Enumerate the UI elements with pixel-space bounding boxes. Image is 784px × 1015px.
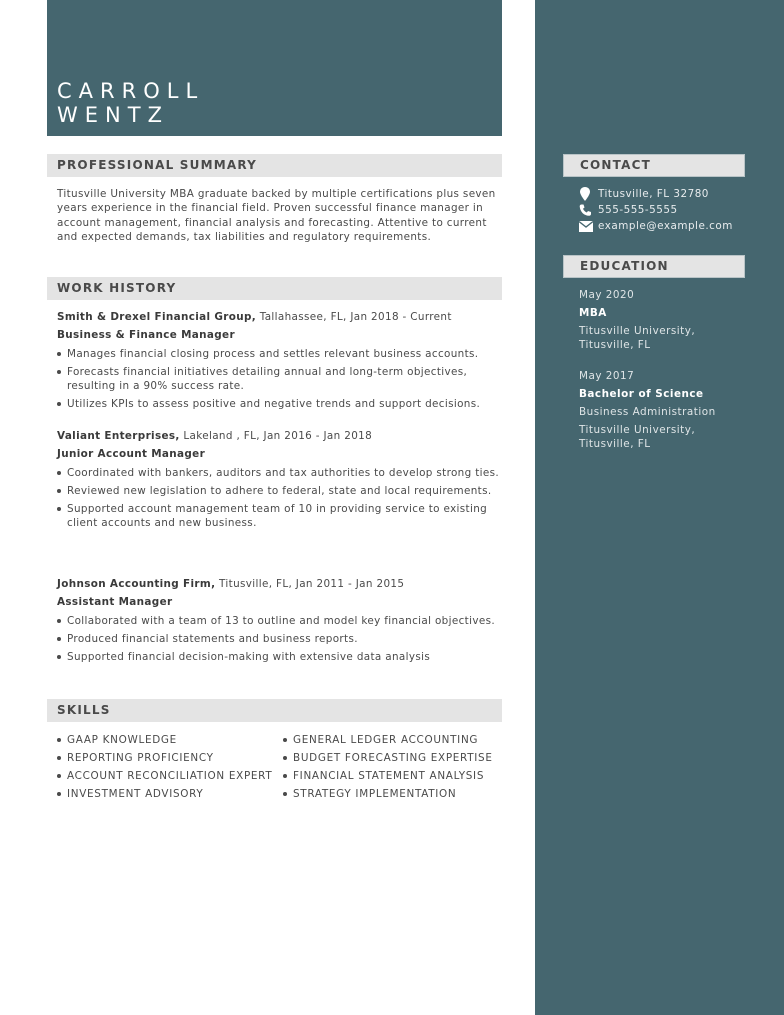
- skill-item: REPORTING PROFICIENCY: [57, 749, 283, 767]
- job-bullet: Utilizes KPIs to assess positive and neg…: [57, 397, 502, 411]
- company-name: Johnson Accounting Firm,: [57, 578, 216, 590]
- job-details: Tallahassee, FL, Jan 2018 - Current: [256, 311, 452, 323]
- job-bullet: Manages financial closing process and se…: [57, 347, 502, 361]
- job-bullets: Coordinated with bankers, auditors and t…: [57, 466, 502, 530]
- summary-heading: PROFESSIONAL SUMMARY: [47, 154, 502, 177]
- email-text[interactable]: example@example.com: [598, 220, 733, 232]
- education-field: Business Administration: [579, 406, 716, 418]
- education-date: May 2017: [579, 370, 635, 382]
- location-pin-icon: [579, 187, 598, 201]
- skills-heading: SKILLS: [47, 699, 502, 722]
- job-entry: Johnson Accounting Firm, Titusville, FL,…: [57, 575, 502, 667]
- job-details: Lakeland , FL, Jan 2016 - Jan 2018: [179, 430, 373, 442]
- job-entry: Smith & Drexel Financial Group, Tallahas…: [57, 308, 502, 415]
- last-name: WENTZ: [57, 103, 169, 127]
- summary-text: Titusville University MBA graduate backe…: [57, 188, 496, 243]
- job-bullet: Reviewed new legislation to adhere to fe…: [57, 484, 502, 498]
- education-heading: EDUCATION: [563, 255, 745, 278]
- education-date: May 2020: [579, 289, 635, 301]
- education-degree: MBA: [579, 307, 607, 319]
- skill-item: ACCOUNT RECONCILIATION EXPERT: [57, 767, 283, 785]
- envelope-icon: [579, 219, 598, 233]
- candidate-name: CARROLL WENTZ: [57, 79, 204, 127]
- skills-list: GAAP KNOWLEDGE REPORTING PROFICIENCY ACC…: [57, 731, 502, 803]
- contact-email: example@example.com: [579, 218, 749, 234]
- contact-heading: CONTACT: [563, 154, 745, 177]
- skills-column-left: GAAP KNOWLEDGE REPORTING PROFICIENCY ACC…: [57, 731, 283, 803]
- contact-phone: 555-555-5555: [579, 202, 749, 218]
- education-entry: May 2020 MBA Titusville University, Titu…: [579, 286, 744, 352]
- skill-item: GENERAL LEDGER ACCOUNTING: [283, 731, 493, 749]
- skills-column-right: GENERAL LEDGER ACCOUNTING BUDGET FORECAS…: [283, 731, 493, 803]
- job-bullet: Coordinated with bankers, auditors and t…: [57, 466, 502, 480]
- education-degree: Bachelor of Science: [579, 388, 704, 400]
- job-bullet: Produced financial statements and busine…: [57, 632, 502, 646]
- address-text: Titusville, FL 32780: [598, 188, 709, 200]
- job-bullets: Collaborated with a team of 13 to outlin…: [57, 614, 502, 664]
- sidebar: [535, 0, 784, 1015]
- job-entry: Valiant Enterprises, Lakeland , FL, Jan …: [57, 427, 502, 534]
- job-bullet: Supported financial decision-making with…: [57, 650, 502, 664]
- skill-item: BUDGET FORECASTING EXPERTISE: [283, 749, 493, 767]
- job-title: Assistant Manager: [57, 596, 173, 608]
- contact-address: Titusville, FL 32780: [579, 186, 749, 202]
- job-title: Business & Finance Manager: [57, 329, 235, 341]
- job-bullet: Supported account management team of 10 …: [57, 502, 502, 531]
- job-bullet: Collaborated with a team of 13 to outlin…: [57, 614, 502, 628]
- company-name: Smith & Drexel Financial Group,: [57, 311, 257, 323]
- job-bullets: Manages financial closing process and se…: [57, 347, 502, 411]
- job-bullet: Forecasts financial initiatives detailin…: [57, 365, 502, 394]
- job-header: Smith & Drexel Financial Group, Tallahas…: [57, 308, 502, 326]
- contact-list: Titusville, FL 32780 555-555-5555 exampl…: [579, 186, 749, 234]
- skill-item: INVESTMENT ADVISORY: [57, 785, 283, 803]
- skill-item: STRATEGY IMPLEMENTATION: [283, 785, 493, 803]
- education-school: Titusville University, Titusville, FL: [579, 423, 744, 451]
- work-history-heading: WORK HISTORY: [47, 277, 502, 300]
- education-school: Titusville University, Titusville, FL: [579, 324, 744, 352]
- job-header: Johnson Accounting Firm, Titusville, FL,…: [57, 575, 502, 593]
- job-details: Titusville, FL, Jan 2011 - Jan 2015: [215, 578, 405, 590]
- job-header: Valiant Enterprises, Lakeland , FL, Jan …: [57, 427, 502, 445]
- phone-text[interactable]: 555-555-5555: [598, 204, 678, 216]
- school-name: Titusville University,: [579, 325, 696, 337]
- education-entry: May 2017 Bachelor of Science Business Ad…: [579, 367, 744, 451]
- school-location: Titusville, FL: [579, 438, 651, 450]
- first-name: CARROLL: [57, 79, 205, 103]
- skill-item: GAAP KNOWLEDGE: [57, 731, 283, 749]
- school-location: Titusville, FL: [579, 339, 651, 351]
- phone-icon: [579, 203, 598, 217]
- school-name: Titusville University,: [579, 424, 696, 436]
- company-name: Valiant Enterprises,: [57, 430, 180, 442]
- job-title: Junior Account Manager: [57, 448, 206, 460]
- skill-item: FINANCIAL STATEMENT ANALYSIS: [283, 767, 493, 785]
- header-banner: CARROLL WENTZ: [47, 0, 502, 136]
